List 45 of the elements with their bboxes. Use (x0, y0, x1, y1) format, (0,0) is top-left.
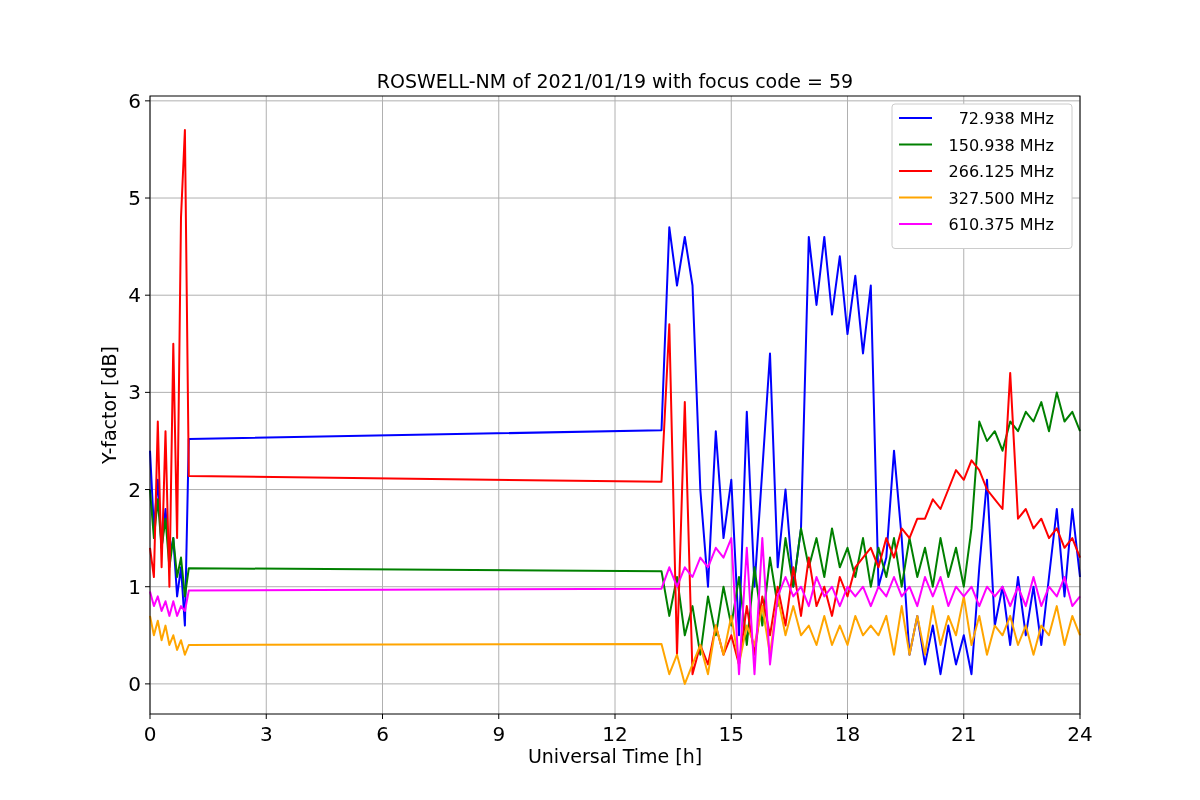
tick-mark (144, 391, 151, 393)
tick-mark (963, 713, 965, 720)
tick-mark (498, 713, 500, 720)
tick-mark (614, 713, 616, 720)
tick-mark (144, 100, 151, 102)
tick-label: 1 (128, 574, 141, 599)
legend-line-icon (898, 223, 933, 225)
tick-mark (144, 489, 151, 491)
tick-label: 4 (128, 283, 141, 308)
tick-label: 6 (128, 88, 141, 113)
legend-line-icon (898, 117, 933, 119)
tick-mark (144, 586, 151, 588)
tick-mark (1079, 713, 1081, 720)
tick-mark (149, 713, 151, 720)
tick-mark (382, 713, 383, 720)
tick-label: 21 (951, 722, 977, 746)
legend-label: 72.938 MHz (958, 109, 1054, 128)
tick-label: 0 (128, 671, 141, 696)
tick-mark (730, 713, 732, 720)
tick-label: 0 (143, 722, 157, 746)
tick-label: 15 (718, 722, 744, 746)
tick-label: 24 (1067, 722, 1093, 746)
tick-label: 9 (492, 722, 506, 746)
legend-label: 150.938 MHz (948, 135, 1054, 155)
tick-label: 2 (128, 477, 141, 502)
tick-label: 6 (376, 722, 389, 746)
tick-mark (144, 683, 151, 685)
tick-label: 12 (602, 722, 628, 746)
legend-line-icon (898, 143, 933, 146)
tick-mark (144, 294, 151, 296)
legend-label: 266.125 MHz (948, 162, 1054, 181)
legend-line-icon (898, 170, 933, 172)
tick-label: 18 (834, 722, 861, 746)
legend-label: 327.500 MHz (948, 188, 1054, 208)
tick-mark (265, 713, 267, 720)
legend-line-icon (898, 196, 933, 199)
legend-label: 610.375 MHz (948, 215, 1054, 234)
y-axis-label: Y-factor [dB] (98, 346, 120, 464)
tick-mark (144, 197, 151, 199)
tick-label: 5 (128, 186, 141, 211)
tick-label: 3 (128, 380, 141, 405)
tick-mark (847, 713, 848, 720)
x-axis-label: Universal Time [h] (527, 745, 703, 767)
tick-label: 3 (259, 722, 273, 746)
chart-title: ROSWELL-NM of 2021/01/19 with focus code = 59 (376, 70, 854, 92)
